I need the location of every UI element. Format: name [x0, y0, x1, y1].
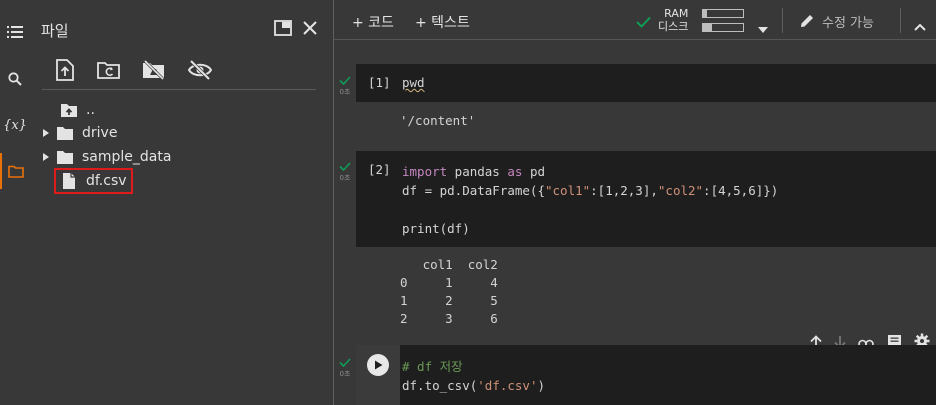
connected-check-icon [636, 13, 651, 32]
disk-label: 디스크 [658, 20, 689, 33]
left-rail: {x} [0, 0, 30, 405]
tree-item-parent[interactable]: .. [42, 99, 95, 121]
notebook-toolbar: + 코드 + 텍스트 RAM 디스크 수정 가능 [334, 0, 936, 40]
refresh-button[interactable] [97, 58, 121, 82]
tree-item-label: drive [82, 125, 118, 141]
cell-output: col1 col2 0 1 4 1 2 5 2 3 6 [400, 257, 498, 326]
run-cell-button[interactable] [356, 345, 400, 405]
chevron-up-icon [914, 23, 926, 31]
open-in-tab-button[interactable] [271, 16, 295, 40]
execution-count: [2] [368, 162, 391, 177]
variables-icon: {x} [3, 117, 27, 133]
cell-status: 0초 [336, 76, 354, 97]
tree-item-drive[interactable]: drive [38, 122, 117, 144]
resources-dropdown-icon[interactable] [758, 18, 768, 37]
upload-file-button[interactable] [53, 58, 77, 82]
files-panel-title: 파일 [41, 22, 69, 40]
code-editor[interactable]: import pandas as pd df = pd.DataFrame({"… [402, 162, 778, 238]
folder-up-icon [58, 100, 80, 120]
add-code-button[interactable]: + 코드 [352, 12, 394, 32]
ram-meter [702, 9, 744, 18]
edit-pencil-icon [800, 13, 815, 32]
disk-meter [702, 23, 744, 32]
code-cell-3[interactable]: # df 저장 df.to_csv('df.csv') [356, 345, 936, 405]
tree-item-label: sample_data [82, 149, 172, 165]
search-icon [8, 72, 22, 86]
notebook-area: + 코드 + 텍스트 RAM 디스크 수정 가능 0초 [1] pwd '/co… [334, 0, 936, 405]
close-panel-button[interactable] [298, 16, 322, 40]
success-check-icon [339, 358, 351, 368]
search-button[interactable] [0, 61, 30, 97]
code-cell-1[interactable]: [1] pwd [356, 64, 936, 102]
files-button[interactable] [0, 153, 30, 189]
resource-monitor[interactable]: RAM 디스크 [658, 7, 688, 33]
cell-output: '/content' [400, 113, 476, 128]
highlight-box [54, 168, 133, 194]
edit-mode-button[interactable]: 수정 가능 [822, 12, 874, 31]
ram-label: RAM [664, 7, 689, 20]
execution-count: [1] [368, 75, 391, 90]
folder-refresh-icon [97, 62, 120, 79]
add-text-button[interactable]: + 텍스트 [415, 12, 470, 32]
eye-off-icon [188, 60, 212, 80]
folder-icon [54, 147, 76, 167]
close-icon [303, 21, 317, 35]
hide-hidden-files-button[interactable] [188, 58, 212, 82]
drive-off-icon [143, 60, 165, 80]
toolbar-divider [42, 89, 316, 90]
collapse-header-button[interactable] [914, 16, 926, 35]
cell-status: 0초 [336, 162, 354, 183]
table-of-contents-button[interactable] [0, 14, 30, 50]
folder-icon [54, 123, 76, 143]
success-check-icon [339, 76, 351, 86]
upload-file-icon [56, 59, 74, 81]
open-in-window-icon [274, 20, 292, 36]
play-icon [367, 354, 389, 376]
code-editor[interactable]: pwd [402, 75, 425, 90]
files-panel: 파일 .. drive sample_data df.csv [30, 0, 333, 405]
folder-icon [8, 165, 24, 178]
table-of-contents-icon [7, 26, 23, 38]
tree-item-label: .. [86, 102, 95, 118]
tree-item-sample-data[interactable]: sample_data [38, 146, 171, 168]
variables-button[interactable]: {x} [0, 107, 30, 143]
expand-caret-icon[interactable] [38, 129, 54, 137]
success-check-icon [339, 162, 351, 172]
mount-drive-button[interactable] [142, 58, 166, 82]
expand-caret-icon[interactable] [38, 153, 54, 161]
code-editor[interactable]: # df 저장 df.to_csv('df.csv') [402, 357, 545, 395]
code-cell-2[interactable]: [2] import pandas as pd df = pd.DataFram… [356, 151, 936, 247]
cell-status: 0초 [336, 358, 354, 379]
